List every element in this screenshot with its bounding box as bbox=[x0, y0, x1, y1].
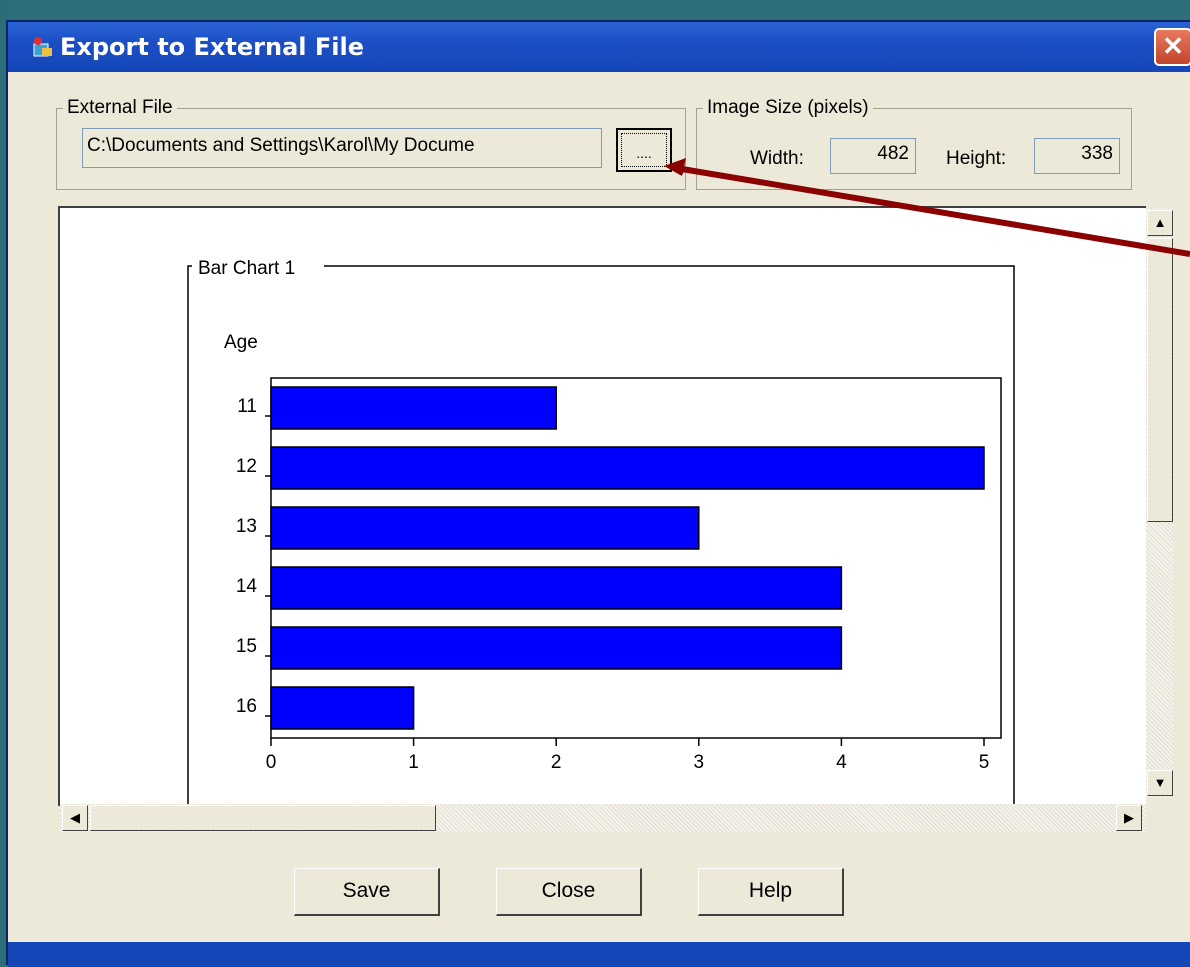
window-bottom-border bbox=[8, 942, 1190, 967]
plot-area bbox=[270, 377, 1002, 739]
x-tick-label-0: 0 bbox=[266, 752, 277, 773]
bar-13 bbox=[270, 506, 700, 550]
bar-11 bbox=[270, 386, 557, 430]
close-button[interactable]: Close bbox=[496, 868, 642, 916]
height-field[interactable]: 338 bbox=[1034, 138, 1120, 174]
bar-15 bbox=[270, 626, 843, 670]
vertical-scrollbar[interactable]: ▲ ▼ bbox=[1146, 208, 1174, 798]
close-window-button[interactable]: ✕ bbox=[1154, 28, 1190, 66]
save-button[interactable]: Save bbox=[294, 868, 440, 916]
bar-12 bbox=[270, 446, 985, 490]
y-tick-label-15: 15 bbox=[236, 636, 257, 657]
scroll-up-button[interactable]: ▲ bbox=[1147, 210, 1173, 236]
y-tick-label-13: 13 bbox=[236, 516, 257, 537]
width-label: Width: bbox=[750, 148, 804, 169]
bar-14 bbox=[270, 566, 843, 610]
bar-chart: Bar Chart 1Age1112131415160 1 2 3 4 5 bbox=[187, 256, 1015, 806]
browse-button[interactable]: .... bbox=[616, 128, 672, 172]
y-tick-label-16: 16 bbox=[236, 696, 257, 717]
x-tick-label-2: 2 bbox=[551, 752, 562, 773]
x-tick-label-4: 4 bbox=[836, 752, 847, 773]
window-title: Export to External File bbox=[60, 33, 364, 61]
y-tick-label-11: 11 bbox=[237, 396, 257, 417]
y-tick-label-14: 14 bbox=[236, 576, 258, 597]
help-button[interactable]: Help bbox=[698, 868, 844, 916]
external-file-group-label: External File bbox=[63, 97, 177, 119]
scroll-left-button[interactable]: ◀ bbox=[62, 805, 88, 831]
browse-button-label: .... bbox=[636, 145, 652, 161]
horizontal-scrollbar[interactable]: ◀ ▶ bbox=[60, 804, 1146, 832]
scroll-down-button[interactable]: ▼ bbox=[1147, 770, 1173, 796]
x-tick-label-3: 3 bbox=[694, 752, 705, 773]
chart-preview-pane: Bar Chart 1 Age 11 12 13 14 15 16 0 1 2 3 4 5 bbox=[58, 206, 1146, 806]
x-tick-label-1: 1 bbox=[408, 752, 419, 773]
width-field[interactable]: 482 bbox=[830, 138, 916, 174]
horizontal-scroll-thumb[interactable] bbox=[90, 805, 436, 831]
y-axis-label: Age bbox=[224, 332, 258, 353]
vertical-scroll-thumb[interactable] bbox=[1147, 238, 1173, 522]
export-app-icon bbox=[33, 37, 52, 57]
chart-title: Bar Chart 1 bbox=[198, 258, 295, 279]
height-label: Height: bbox=[946, 148, 1007, 169]
title-bar: Export to External File ✕ bbox=[8, 22, 1190, 72]
file-path-field[interactable]: C:\Documents and Settings\Karol\My Docum… bbox=[82, 128, 602, 168]
bar-16 bbox=[270, 686, 415, 730]
scroll-right-button[interactable]: ▶ bbox=[1116, 805, 1142, 831]
image-size-group-label: Image Size (pixels) bbox=[703, 97, 873, 119]
export-dialog: Export to External File ✕ External File … bbox=[6, 20, 1190, 967]
y-tick-label-12: 12 bbox=[236, 456, 257, 477]
x-tick-label-5: 5 bbox=[979, 752, 990, 773]
